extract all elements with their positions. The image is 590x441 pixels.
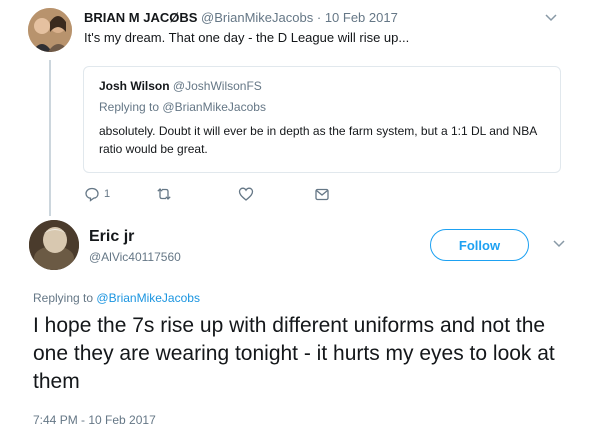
tweet2-replying-prefix: Replying to: [33, 291, 94, 305]
quoted-tweet[interactable]: Josh Wilson @JoshWilsonFS Replying to @B…: [83, 66, 561, 173]
avatar-photo: [28, 8, 72, 52]
thread-line: [49, 60, 51, 216]
quote-text: absolutely. Doubt it will ever be in dep…: [99, 124, 537, 156]
quote-author-name: Josh Wilson: [99, 79, 170, 93]
reply-button[interactable]: 1: [84, 186, 110, 202]
tweet1-text: It's my dream. That one day - the D Leag…: [84, 30, 410, 45]
tweet2-text: I hope the 7s rise up with different uni…: [33, 314, 555, 393]
like-icon: [238, 187, 254, 201]
tweet1-separator: ·: [316, 10, 322, 25]
message-button[interactable]: [314, 186, 330, 202]
avatar-photo: [29, 220, 79, 270]
tweet2-replying-mention[interactable]: @BrianMikeJacobs: [96, 291, 200, 305]
chevron-down-icon[interactable]: [545, 10, 557, 25]
quote-handle: @JoshWilsonFS: [172, 79, 262, 93]
like-button[interactable]: [238, 186, 254, 202]
reply-count: 1: [104, 188, 111, 200]
avatar-eric[interactable]: [29, 220, 79, 270]
quote-replying-mention[interactable]: @BrianMikeJacobs: [162, 100, 266, 114]
message-icon: [315, 188, 329, 201]
quote-replying-to: Replying to @BrianMikeJacobs: [99, 100, 266, 114]
quote-replying-prefix: Replying to: [99, 100, 160, 114]
reply-icon: [85, 187, 99, 202]
tweet2-timestamp[interactable]: 7:44 PM - 10 Feb 2017: [33, 413, 156, 427]
tweet2-author-name[interactable]: Eric jr: [89, 228, 134, 246]
avatar-brian[interactable]: [28, 8, 72, 52]
follow-button[interactable]: Follow: [430, 229, 529, 261]
tweet1-date[interactable]: 10 Feb 2017: [325, 10, 398, 25]
tweet1-header: BRIAN M JACØBS @BrianMikeJacobs · 10 Feb…: [84, 10, 398, 25]
tweet1-handle[interactable]: @BrianMikeJacobs: [201, 10, 313, 25]
retweet-button[interactable]: [156, 186, 172, 202]
tweet2-handle[interactable]: @AlVic40117560: [89, 250, 181, 264]
quote-header: Josh Wilson @JoshWilsonFS: [99, 79, 262, 93]
retweet-icon: [157, 188, 171, 200]
tweet2-replying-to: Replying to @BrianMikeJacobs: [33, 291, 200, 305]
chevron-down-icon[interactable]: [553, 236, 565, 251]
tweet1-author-name[interactable]: BRIAN M JACØBS: [84, 10, 197, 25]
